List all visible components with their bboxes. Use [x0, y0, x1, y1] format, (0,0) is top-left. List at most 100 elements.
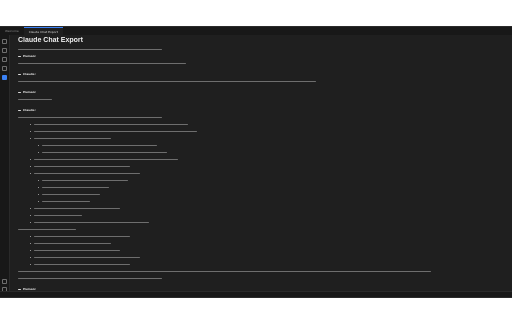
list-item-text	[34, 235, 130, 238]
list-item-text	[34, 256, 140, 259]
bullet-icon	[38, 201, 40, 203]
speaker-label: Human:	[23, 54, 37, 58]
list-item	[12, 220, 500, 225]
paragraph-line	[12, 269, 500, 274]
paragraph-line	[12, 276, 500, 281]
tab-0[interactable]: Welcome	[0, 27, 24, 35]
list-item-text	[34, 242, 111, 245]
run-debug-icon[interactable]	[2, 66, 7, 71]
list-item	[12, 234, 500, 239]
speaker-heading: Human:	[12, 54, 500, 59]
list-item	[12, 129, 500, 134]
speaker-label: Human:	[23, 90, 37, 94]
list-item-text	[34, 137, 111, 140]
bullet-icon	[30, 124, 32, 126]
bullet-icon	[30, 250, 32, 252]
speaker-icon	[18, 91, 21, 94]
list-item-text	[34, 214, 82, 217]
paragraph-line	[12, 47, 500, 52]
list-item-text	[42, 179, 128, 182]
activity-bar	[0, 35, 10, 297]
paragraph-text	[18, 80, 316, 83]
list-item	[12, 122, 500, 127]
list-item-text	[42, 151, 167, 154]
list-item	[12, 143, 500, 148]
paragraph-text	[18, 116, 162, 119]
speaker-label: Claude:	[23, 108, 36, 112]
bullet-icon	[38, 152, 40, 154]
bullet-icon	[30, 138, 32, 140]
paragraph-text	[18, 228, 76, 231]
accounts-icon[interactable]	[2, 279, 7, 284]
paragraph-line	[12, 61, 500, 66]
bullet-icon	[30, 243, 32, 245]
paragraph-line	[12, 227, 500, 232]
tab-1[interactable]: Claude Chat Export	[23, 27, 63, 35]
list-item-text	[42, 200, 90, 203]
bullet-icon	[30, 208, 32, 210]
paragraph-text	[18, 98, 52, 101]
list-item	[12, 178, 500, 183]
bullet-icon	[38, 145, 40, 147]
list-item	[12, 241, 500, 246]
list-item	[12, 171, 500, 176]
bullet-icon	[30, 222, 32, 224]
source-control-icon[interactable]	[2, 57, 7, 62]
status-bar	[0, 291, 512, 297]
list-item-text	[42, 144, 157, 147]
list-item-text	[34, 172, 140, 175]
search-icon[interactable]	[2, 48, 7, 53]
paragraph-text	[18, 48, 162, 51]
list-item	[12, 192, 500, 197]
speaker-heading: Claude:	[12, 72, 500, 77]
list-item	[12, 255, 500, 260]
list-item-text	[34, 165, 130, 168]
markdown-preview: Claude Chat Export Human: Claude: Human: Cl…	[12, 37, 500, 295]
paragraph-line	[12, 79, 500, 84]
bullet-icon	[38, 187, 40, 189]
list-item	[12, 164, 500, 169]
bullet-icon	[38, 194, 40, 196]
list-item	[12, 262, 500, 267]
speaker-icon	[18, 55, 21, 58]
extensions-icon[interactable]	[2, 75, 7, 80]
speaker-icon	[18, 73, 21, 76]
list-item	[12, 199, 500, 204]
paragraph-line	[12, 97, 500, 102]
list-item-text	[42, 186, 109, 189]
bullet-icon	[30, 159, 32, 161]
conversation-body: Human:Claude:Human:Claude:Human:Claude:	[12, 47, 500, 295]
list-item	[12, 136, 500, 141]
paragraph-line	[12, 115, 500, 120]
list-item	[12, 157, 500, 162]
bullet-icon	[30, 215, 32, 217]
list-item-text	[34, 263, 130, 266]
speaker-label: Claude:	[23, 72, 36, 76]
bullet-icon	[30, 257, 32, 259]
bullet-icon	[38, 180, 40, 182]
paragraph-text	[18, 277, 162, 280]
list-item-text	[42, 193, 100, 196]
bullet-icon	[30, 264, 32, 266]
list-item	[12, 185, 500, 190]
paragraph-text	[18, 62, 186, 65]
list-item	[12, 248, 500, 253]
list-item	[12, 213, 500, 218]
tab-bar: Welcome Claude Chat Export	[0, 27, 512, 35]
page-title: Claude Chat Export	[18, 37, 83, 44]
bullet-icon	[30, 131, 32, 133]
list-item	[12, 206, 500, 211]
list-item-text	[34, 207, 120, 210]
speaker-heading: Human:	[12, 90, 500, 95]
list-item	[12, 150, 500, 155]
paragraph-text	[18, 270, 431, 273]
list-item-text	[34, 249, 120, 252]
list-item-text	[34, 221, 149, 224]
list-item-text	[34, 123, 188, 126]
files-icon[interactable]	[2, 39, 7, 44]
speaker-icon	[18, 109, 21, 112]
speaker-heading: Claude:	[12, 108, 500, 113]
list-item-text	[34, 158, 178, 161]
bullet-icon	[30, 166, 32, 168]
editor-window: Welcome Claude Chat Export Claude Chat Ex…	[0, 26, 512, 298]
